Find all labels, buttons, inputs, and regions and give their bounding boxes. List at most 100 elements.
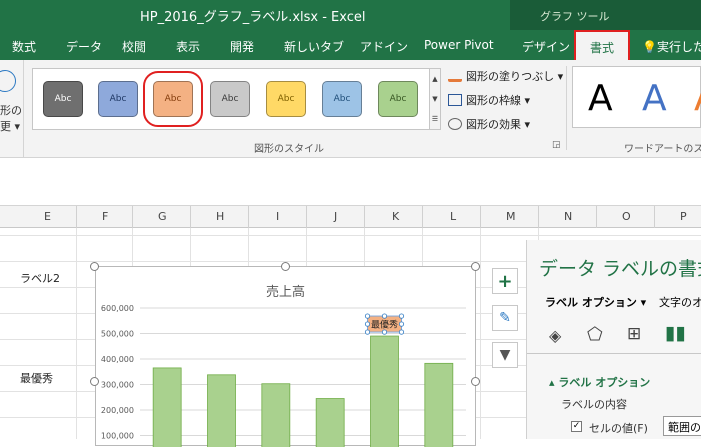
shape-outline-button[interactable]: 図形の枠線 ▾ bbox=[448, 92, 530, 108]
column-headers: E F G H I J K L M N O P bbox=[0, 206, 701, 228]
column-header-e[interactable]: E bbox=[44, 210, 51, 223]
shape-style-4[interactable]: Abc bbox=[210, 81, 250, 117]
column-header-j[interactable]: J bbox=[334, 210, 337, 223]
chart-bar-1[interactable] bbox=[152, 367, 182, 447]
pane-section-label-options[interactable]: ▴ ラベル オプション bbox=[549, 374, 650, 390]
shape-style-3-selected[interactable]: Abc bbox=[143, 71, 203, 127]
y-tick-label: 600,000 bbox=[101, 304, 134, 313]
text-options-tab[interactable]: 文字のオ bbox=[659, 294, 701, 310]
chart-styles-button[interactable]: ✎ bbox=[492, 305, 518, 331]
tab-new-tab[interactable]: 新しいタブ bbox=[284, 38, 344, 55]
chart-bar-4[interactable] bbox=[315, 398, 345, 447]
pencil-icon bbox=[448, 94, 462, 106]
tab-developer[interactable]: 開発 bbox=[230, 38, 254, 55]
data-label-handle[interactable] bbox=[398, 329, 405, 335]
resize-handle-ml[interactable] bbox=[90, 377, 99, 386]
resize-handle-tr[interactable] bbox=[471, 262, 480, 271]
data-label-handle[interactable] bbox=[364, 321, 371, 327]
chart-bar-3[interactable] bbox=[261, 383, 291, 447]
shape-styles-group-label: 図形のスタイル bbox=[254, 144, 324, 155]
data-label-handle[interactable] bbox=[398, 321, 405, 327]
column-header-l[interactable]: L bbox=[450, 210, 456, 223]
cell-value-checkbox[interactable]: ✓ bbox=[571, 421, 582, 432]
change-shape-label-1: 形の bbox=[0, 104, 22, 117]
column-header-i[interactable]: I bbox=[276, 210, 279, 223]
wordart-style-black[interactable]: A bbox=[588, 78, 613, 119]
gallery-up-icon[interactable]: ▲ bbox=[430, 69, 440, 89]
chart-plot[interactable]: 600,000 500,000 400,000 300,000 200,000 100,0… bbox=[96, 267, 477, 447]
resize-handle-tl[interactable] bbox=[90, 262, 99, 271]
wordart-style-blue[interactable]: A bbox=[642, 78, 667, 119]
resize-handle-tc[interactable] bbox=[281, 262, 290, 271]
column-header-f[interactable]: F bbox=[102, 210, 108, 223]
y-tick-label: 200,000 bbox=[101, 406, 134, 415]
shape-style-7[interactable]: Abc bbox=[378, 81, 418, 117]
tell-me-search[interactable]: 💡実行した bbox=[642, 38, 701, 55]
shape-fill-button[interactable]: 図形の塗りつぶし ▾ bbox=[448, 68, 563, 84]
tab-review[interactable]: 校閲 bbox=[122, 38, 146, 55]
tab-formulas[interactable]: 数式 bbox=[12, 38, 36, 55]
gallery-scroll: ▲ ▼ ☰ bbox=[429, 68, 441, 130]
cell-e-label2[interactable]: ラベル2 bbox=[20, 270, 60, 286]
tab-power-pivot[interactable]: Power Pivot bbox=[424, 38, 494, 52]
chart-bar-2[interactable] bbox=[207, 374, 236, 447]
data-label-handle[interactable] bbox=[381, 329, 388, 335]
cell-e-best[interactable]: 最優秀 bbox=[20, 370, 53, 386]
resize-handle-mr[interactable] bbox=[471, 377, 480, 386]
gallery-down-icon[interactable]: ▼ bbox=[430, 89, 440, 109]
data-label-handle[interactable] bbox=[364, 329, 371, 335]
tab-design[interactable]: デザイン bbox=[522, 38, 570, 55]
label-options-icon[interactable]: ▮▮ bbox=[665, 322, 686, 344]
effects-icon bbox=[448, 118, 462, 130]
data-label-handle[interactable] bbox=[364, 313, 371, 319]
chart-tools-label: グラフ ツール bbox=[540, 10, 610, 23]
tab-data[interactable]: データ bbox=[66, 38, 102, 55]
brush-icon: ✎ bbox=[499, 310, 511, 326]
format-data-labels-pane: データ ラベルの書式 ラベル オプション ▾ 文字のオ ◈ ⬠ ⊞ ▮▮ ▴ ラ… bbox=[526, 240, 701, 439]
chart-bar-6[interactable] bbox=[424, 362, 454, 447]
data-label-handle[interactable] bbox=[381, 313, 388, 319]
column-header-h[interactable]: H bbox=[216, 210, 224, 223]
data-label-handle[interactable] bbox=[398, 313, 405, 319]
dialog-launcher-icon[interactable]: ◲ bbox=[552, 140, 561, 150]
y-tick-label: 500,000 bbox=[101, 330, 134, 339]
sales-chart[interactable]: 売上高 600,000 500,000 400,000 300,000 200,000 1… bbox=[95, 266, 477, 447]
select-range-button[interactable]: 範囲の選 bbox=[663, 416, 701, 436]
data-label-text[interactable]: 最優秀 bbox=[371, 319, 398, 331]
y-tick-label: 100,000 bbox=[101, 432, 134, 441]
pane-icon-row: ◈ ⬠ ⊞ ▮▮ bbox=[527, 320, 701, 354]
formula-bar[interactable] bbox=[0, 158, 701, 206]
column-header-k[interactable]: K bbox=[392, 210, 399, 223]
effects-pentagon-icon[interactable]: ⬠ bbox=[587, 324, 603, 345]
fill-line-icon[interactable]: ◈ bbox=[549, 326, 561, 345]
shape-style-6[interactable]: Abc bbox=[322, 81, 362, 117]
ribbon-panel: 形の 更 ▾ Abc Abc Abc Abc Abc Abc Abc ▲ ▼ ☰… bbox=[0, 60, 701, 158]
column-header-n[interactable]: N bbox=[564, 210, 572, 223]
chart-bar-5[interactable] bbox=[370, 335, 399, 447]
pane-title: データ ラベルの書式 bbox=[539, 258, 701, 280]
chart-filters-button[interactable]: ▼ bbox=[492, 342, 518, 368]
title-bar: HP_2016_グラフ_ラベル.xlsx - Excel グラフ ツール bbox=[0, 0, 701, 30]
size-properties-icon[interactable]: ⊞ bbox=[627, 324, 641, 344]
change-shape-button[interactable]: 形の 更 ▾ bbox=[0, 60, 24, 158]
shape-style-1[interactable]: Abc bbox=[43, 81, 83, 117]
shape-icon bbox=[0, 70, 16, 92]
shape-style-5[interactable]: Abc bbox=[266, 81, 306, 117]
wordart-style-orange[interactable]: A bbox=[694, 78, 701, 119]
tab-addins[interactable]: アドイン bbox=[360, 38, 408, 55]
cell-value-label: セルの値(F) bbox=[589, 422, 648, 435]
gallery-more-icon[interactable]: ☰ bbox=[430, 109, 440, 129]
label-options-tab[interactable]: ラベル オプション ▾ bbox=[545, 294, 646, 310]
label-contains-heading: ラベルの内容 bbox=[561, 398, 627, 411]
shape-effects-button[interactable]: 図形の効果 ▾ bbox=[448, 116, 530, 132]
shape-style-2[interactable]: Abc bbox=[98, 81, 138, 117]
column-header-o[interactable]: O bbox=[622, 210, 631, 223]
chart-elements-button[interactable]: + bbox=[492, 268, 518, 294]
lightbulb-icon: 💡 bbox=[642, 40, 657, 54]
column-header-m[interactable]: M bbox=[506, 210, 516, 223]
tab-format[interactable]: 書式 bbox=[574, 30, 631, 60]
wordart-group-label: ワードアートのスタ bbox=[624, 144, 701, 155]
tab-view[interactable]: 表示 bbox=[176, 38, 200, 55]
column-header-g[interactable]: G bbox=[158, 210, 167, 223]
column-header-p[interactable]: P bbox=[680, 210, 687, 223]
